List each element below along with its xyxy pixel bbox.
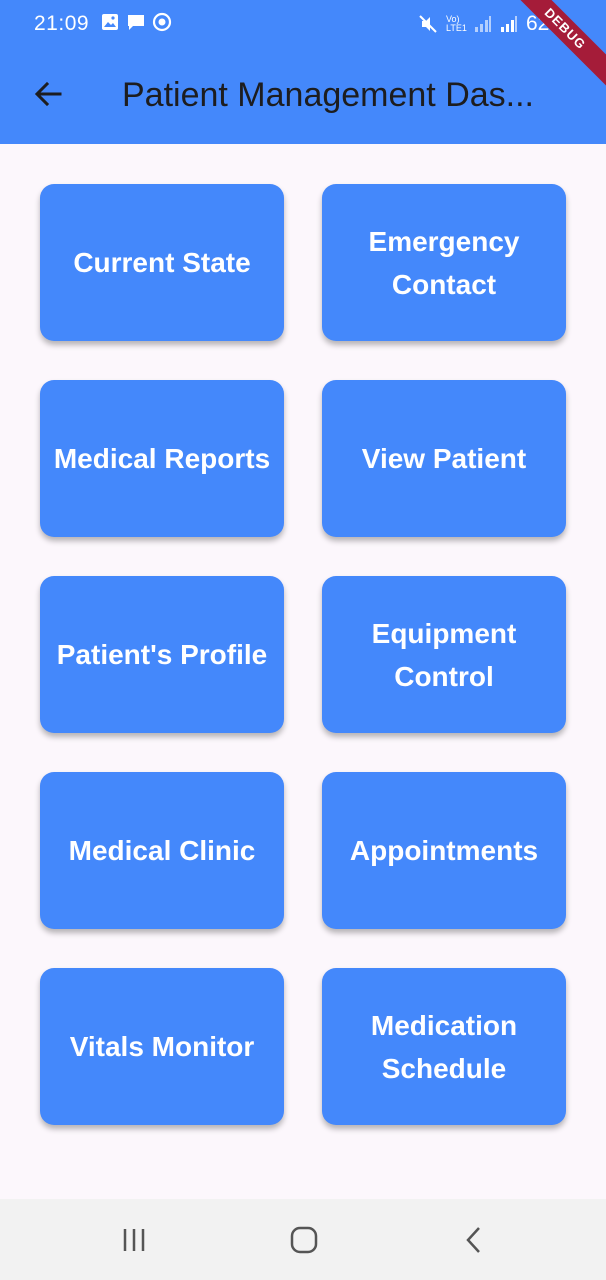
recents-icon <box>123 1229 145 1251</box>
tile-label: Patient's Profile <box>56 639 268 670</box>
mute-icon <box>419 15 437 33</box>
nav-back-button[interactable] <box>454 1223 494 1257</box>
home-button[interactable] <box>284 1223 324 1257</box>
status-time: 21:09 <box>34 12 90 35</box>
tile-emergency-contact[interactable]: Emergency Contact <box>322 184 566 341</box>
tile-label: Vitals Monitor <box>69 1031 255 1062</box>
tile-medical-clinic[interactable]: Medical Clinic <box>40 772 284 929</box>
toolbar: Patient Management Das... <box>0 56 606 136</box>
image-notification-icon <box>102 14 118 30</box>
tile-vitals-monitor[interactable]: Vitals Monitor <box>40 968 284 1125</box>
tile-equipment-control[interactable]: Equipment Control <box>322 576 566 733</box>
tile-label: Medication Schedule <box>370 1009 518 1084</box>
network-label: Vo) LTE1 <box>446 14 467 33</box>
notification-icons <box>100 12 172 32</box>
page-title: Patient Management Das... <box>122 76 535 114</box>
arrow-left-icon <box>34 81 62 107</box>
tile-patients-profile[interactable]: Patient's Profile <box>40 576 284 733</box>
tile-label: Current State <box>73 247 251 278</box>
tile-medical-reports[interactable]: Medical Reports <box>40 380 284 537</box>
tile-label: Equipment Control <box>371 617 517 692</box>
status-bar: 21:09 Vo) LTE1 62% <box>0 0 606 50</box>
tile-view-patient[interactable]: View Patient <box>322 380 566 537</box>
tile-label: Appointments <box>349 835 539 866</box>
home-icon <box>290 1226 318 1254</box>
dashboard-grid: Current State Emergency Contact Medical … <box>40 184 566 1125</box>
tile-label: Emergency Contact <box>368 225 520 300</box>
tile-label: Medical Clinic <box>68 835 256 866</box>
back-button[interactable] <box>28 74 68 114</box>
app-bar: 21:09 Vo) LTE1 62% DEBUG Patient Managem… <box>0 0 606 144</box>
signal-icon-1 <box>475 16 491 32</box>
signal-icon-2 <box>501 16 517 32</box>
tile-label: View Patient <box>361 443 527 474</box>
tile-current-state[interactable]: Current State <box>40 184 284 341</box>
tile-appointments[interactable]: Appointments <box>322 772 566 929</box>
back-chevron-icon <box>466 1227 480 1253</box>
message-notification-icon <box>128 15 144 30</box>
tile-label: Medical Reports <box>53 443 271 474</box>
tile-medication-schedule[interactable]: Medication Schedule <box>322 968 566 1125</box>
whatsapp-notification-icon <box>152 12 172 32</box>
system-navigation-bar <box>0 1199 606 1280</box>
recents-button[interactable] <box>114 1223 154 1257</box>
